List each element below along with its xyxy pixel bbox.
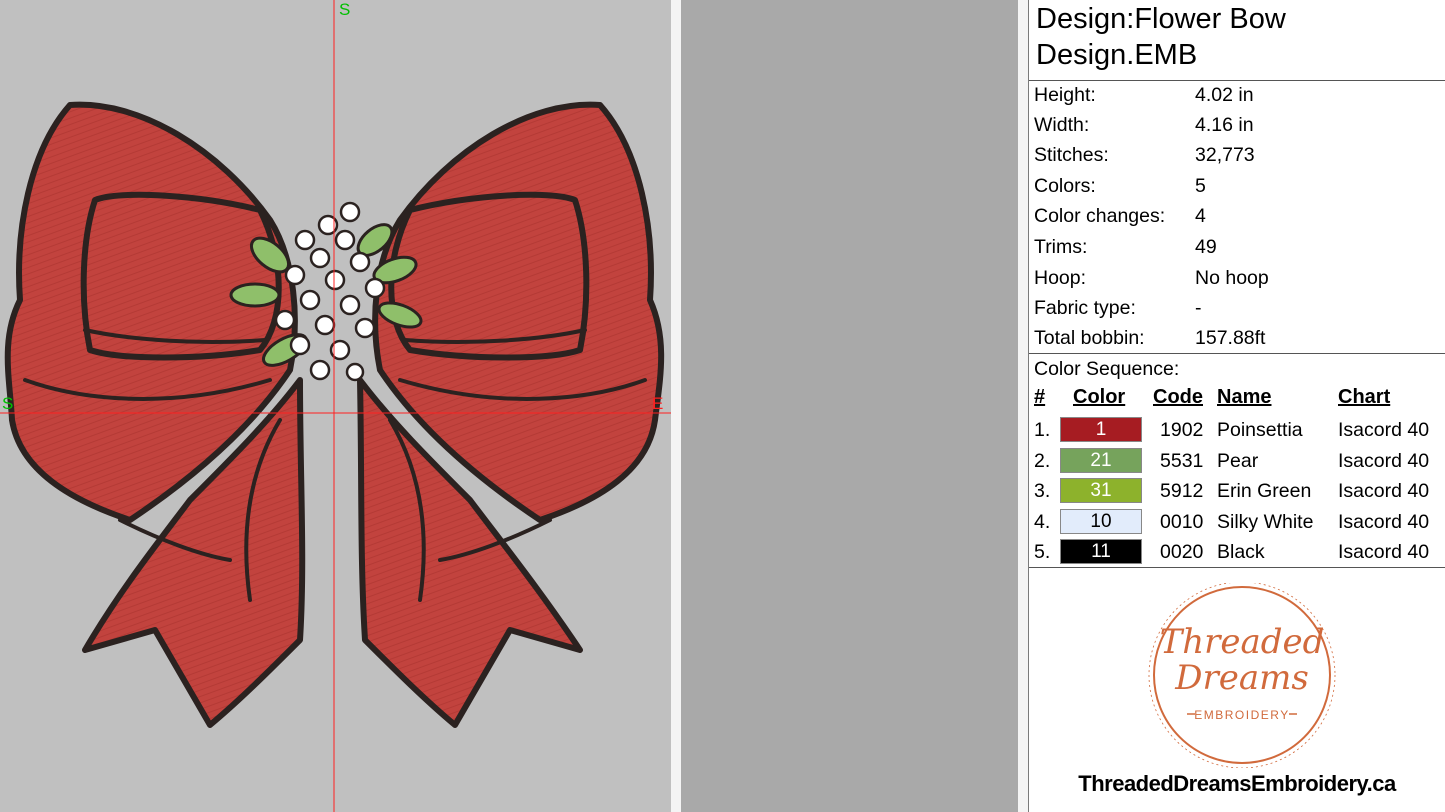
bow-left-inner-loop xyxy=(80,191,282,361)
column-header-code: Code xyxy=(1153,386,1203,408)
design-canvas[interactable]: S S E xyxy=(0,0,671,812)
stat-stitches: Stitches: 32,773 xyxy=(1034,144,1255,166)
color-swatch: 10 xyxy=(1060,509,1142,534)
color-row: 3. 31 5912 Erin Green Isacord 40 xyxy=(1034,478,1430,503)
color-row: 5. 11 0020 Black Isacord 40 xyxy=(1034,539,1430,564)
stat-trims: Trims: 49 xyxy=(1034,236,1217,258)
color-swatch: 31 xyxy=(1060,478,1142,503)
divider xyxy=(1029,80,1445,81)
panel-divider[interactable] xyxy=(671,0,681,812)
color-sequence-heading: Color Sequence: xyxy=(1034,358,1180,380)
color-row: 1. 1 1902 Poinsettia Isacord 40 xyxy=(1034,417,1430,442)
stat-height: Height: 4.02 in xyxy=(1034,84,1254,106)
stat-total-bobbin: Total bobbin: 157.88ft xyxy=(1034,327,1266,349)
color-row: 4. 10 0010 Silky White Isacord 40 xyxy=(1034,509,1430,534)
column-header-num: # xyxy=(1034,386,1046,408)
divider xyxy=(1029,567,1445,568)
flower-bow-design xyxy=(0,0,671,812)
logo-line-2: Dreams xyxy=(1174,658,1309,698)
design-title: Design:Flower Bow xyxy=(1036,3,1286,35)
logo-line-1: Threaded xyxy=(1160,622,1325,662)
column-header-color: Color xyxy=(1073,386,1126,408)
axis-label-top: S xyxy=(339,0,351,19)
axis-label-right: E xyxy=(652,394,664,413)
website-url: ThreadedDreamsEmbroidery.ca xyxy=(1078,771,1396,796)
column-header-name: Name xyxy=(1217,386,1272,408)
bow-right-inner-loop xyxy=(388,191,590,361)
design-info-panel: Design:Flower Bow Design.EMB Height: 4.02… xyxy=(1029,0,1445,812)
stat-color-changes: Color changes: 4 xyxy=(1034,205,1206,227)
stat-colors: Colors: 5 xyxy=(1034,175,1206,197)
divider xyxy=(1029,353,1445,354)
color-swatch: 11 xyxy=(1060,539,1142,564)
stat-fabric-type: Fabric type: - xyxy=(1034,297,1202,319)
design-filename: Design.EMB xyxy=(1036,39,1198,71)
panel-divider[interactable] xyxy=(1018,0,1029,812)
stat-hoop: Hoop: No hoop xyxy=(1034,267,1269,289)
color-row: 2. 21 5531 Pear Isacord 40 xyxy=(1034,448,1430,473)
preview-panel xyxy=(681,0,1018,812)
color-swatch: 21 xyxy=(1060,448,1142,473)
threaded-dreams-logo: Threaded Dreams EMBROIDERY xyxy=(1148,583,1336,768)
logo-line-3: EMBROIDERY xyxy=(1194,708,1289,722)
color-swatch: 1 xyxy=(1060,417,1142,442)
axis-label-left: S xyxy=(2,394,14,413)
column-header-chart: Chart xyxy=(1338,386,1391,408)
stat-width: Width: 4.16 in xyxy=(1034,114,1254,136)
